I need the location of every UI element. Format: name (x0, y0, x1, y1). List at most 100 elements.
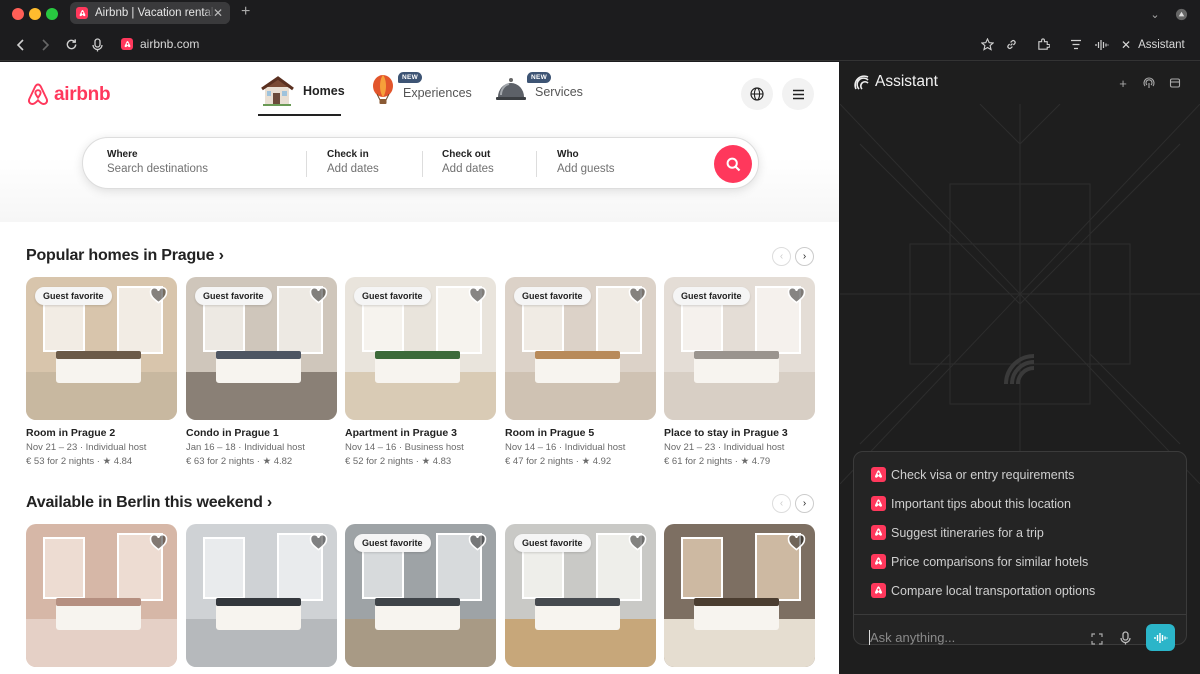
search-checkin-field[interactable]: Check in Add dates (327, 149, 379, 175)
service-bell-icon (496, 78, 526, 100)
bookmark-star-icon[interactable] (980, 36, 994, 53)
listing-card[interactable]: Guest favorite Condo in Prague 1 Jan 16 – … (186, 277, 337, 467)
wishlist-heart-icon[interactable] (149, 286, 168, 305)
carousel-prev-button[interactable]: ‹ (772, 494, 791, 513)
wishlist-heart-icon[interactable] (468, 286, 487, 305)
guest-favorite-badge: Guest favorite (354, 534, 431, 552)
listing-title: Room in Prague 2 (26, 427, 116, 439)
tab-close-icon[interactable]: ✕ (204, 2, 230, 24)
wishlist-heart-icon[interactable] (309, 533, 328, 552)
listing-price-rating: € 53 for 2 nights · ★ 4.84 (26, 456, 133, 467)
house-icon (261, 76, 294, 106)
guest-favorite-badge: Guest favorite (354, 287, 431, 305)
assistant-toggle-button[interactable]: ✕ Assistant (1121, 36, 1185, 53)
section-title-berlin[interactable]: Available in Berlin this weekend › (26, 494, 272, 512)
listing-image[interactable] (26, 524, 177, 667)
tab-list-chevron-icon[interactable]: ⌄ (1146, 5, 1164, 23)
back-icon[interactable] (14, 36, 28, 53)
microphone-icon[interactable] (1120, 631, 1131, 650)
window-zoom-button[interactable] (46, 8, 58, 20)
search-submit-button[interactable] (714, 145, 752, 183)
listing-image[interactable]: Guest favorite (345, 277, 496, 420)
reload-icon[interactable] (63, 36, 79, 53)
carousel-next-button[interactable]: › (795, 494, 814, 513)
listing-card[interactable] (186, 524, 337, 667)
where-label: Where (107, 149, 138, 160)
listing-card[interactable]: Guest favorite Room in Prague 2 Nov 21 – 2… (26, 277, 177, 467)
search-where-field[interactable]: Where Search destinations (107, 149, 208, 175)
wishlist-heart-icon[interactable] (149, 533, 168, 552)
screenshot-capture-icon[interactable] (1091, 632, 1103, 650)
microphone-icon[interactable] (89, 36, 105, 53)
search-checkout-field[interactable]: Check out Add dates (442, 149, 494, 175)
decorative-pattern (840, 104, 1200, 484)
airbnb-favicon-icon (76, 7, 88, 19)
checkin-label: Check in (327, 149, 369, 160)
carousel-prev-button[interactable]: ‹ (772, 247, 791, 266)
voice-mode-button[interactable] (1146, 624, 1175, 651)
url-text: airbnb.com (140, 37, 200, 51)
new-badge: NEW (527, 72, 552, 83)
extensions-icon[interactable] (1036, 36, 1050, 53)
browser-tab[interactable]: Airbnb | Vacation rentals, ca ✕ (70, 2, 230, 24)
airbnb-logo-icon (27, 83, 49, 105)
listing-image[interactable]: Guest favorite (186, 277, 337, 420)
new-tab-button[interactable]: + (241, 3, 250, 21)
suggestion-item[interactable]: Check visa or entry requirements (871, 467, 1074, 482)
listing-image[interactable]: Guest favorite (505, 524, 656, 667)
wishlist-heart-icon[interactable] (309, 286, 328, 305)
wishlist-heart-icon[interactable] (787, 533, 806, 552)
listing-image[interactable] (186, 524, 337, 667)
listing-image[interactable]: Guest favorite (26, 277, 177, 420)
checkin-placeholder: Add dates (327, 163, 379, 175)
new-chat-plus-icon[interactable]: + (1116, 76, 1130, 91)
listing-card[interactable]: Guest favorite Room in Prague 5 Nov 14 – 1… (505, 277, 656, 467)
main-menu-button[interactable] (782, 78, 814, 110)
search-who-field[interactable]: Who Add guests (557, 149, 615, 175)
listing-card[interactable] (664, 524, 815, 667)
listing-card[interactable]: Guest favorite (345, 524, 496, 667)
airbnb-favicon-icon (871, 554, 886, 569)
guest-favorite-badge: Guest favorite (514, 534, 591, 552)
carousel-next-button[interactable]: › (795, 247, 814, 266)
listing-image[interactable]: Guest favorite (505, 277, 656, 420)
suggestion-item[interactable]: Price comparisons for similar hotels (871, 554, 1088, 569)
window-minimize-button[interactable] (29, 8, 41, 20)
close-icon: ✕ (1121, 37, 1132, 52)
listing-card[interactable]: Guest favorite (505, 524, 656, 667)
globe-icon (750, 87, 764, 101)
suggestion-item[interactable]: Important tips about this location (871, 496, 1071, 511)
suggestion-item[interactable]: Suggest itineraries for a trip (871, 525, 1044, 540)
audio-waveform-icon[interactable] (1094, 36, 1110, 53)
language-globe-button[interactable] (741, 78, 773, 110)
assistant-logo-icon (854, 75, 869, 90)
listing-image[interactable] (664, 524, 815, 667)
wishlist-heart-icon[interactable] (628, 286, 647, 305)
ask-input[interactable]: Ask anything... (870, 630, 955, 645)
assistant-panel: Assistant + Check visa or entry requirem… (840, 62, 1200, 674)
chat-history-icon[interactable] (1142, 76, 1156, 90)
listing-image[interactable]: Guest favorite (664, 277, 815, 420)
suggestion-item[interactable]: Compare local transportation options (871, 583, 1095, 598)
profile-icon[interactable] (1172, 5, 1190, 23)
link-icon[interactable] (1004, 36, 1018, 53)
section-title-prague[interactable]: Popular homes in Prague › (26, 247, 224, 265)
wishlist-heart-icon[interactable] (468, 533, 487, 552)
reader-mode-icon[interactable] (1069, 36, 1083, 53)
wishlist-heart-icon[interactable] (787, 286, 806, 305)
wishlist-heart-icon[interactable] (628, 533, 647, 552)
nav-tab-homes[interactable]: Homes (259, 74, 345, 108)
address-bar[interactable]: airbnb.com (121, 37, 199, 51)
listing-dates-host: Jan 16 – 18 · Individual host (186, 442, 305, 453)
assistant-title: Assistant (875, 73, 938, 90)
listing-image[interactable]: Guest favorite (345, 524, 496, 667)
forward-icon[interactable] (38, 36, 52, 53)
listing-card[interactable]: Guest favorite Place to stay in Prague 3 N… (664, 277, 815, 467)
listing-price-rating: € 52 for 2 nights · ★ 4.83 (345, 456, 452, 467)
listing-card[interactable] (26, 524, 177, 667)
panel-expand-icon[interactable] (1168, 76, 1182, 90)
window-close-button[interactable] (12, 8, 24, 20)
listing-card[interactable]: Guest favorite Apartment in Prague 3 Nov 1… (345, 277, 496, 467)
airbnb-logo[interactable]: airbnb (26, 82, 111, 108)
carousel-arrows: ‹ › (772, 247, 814, 266)
